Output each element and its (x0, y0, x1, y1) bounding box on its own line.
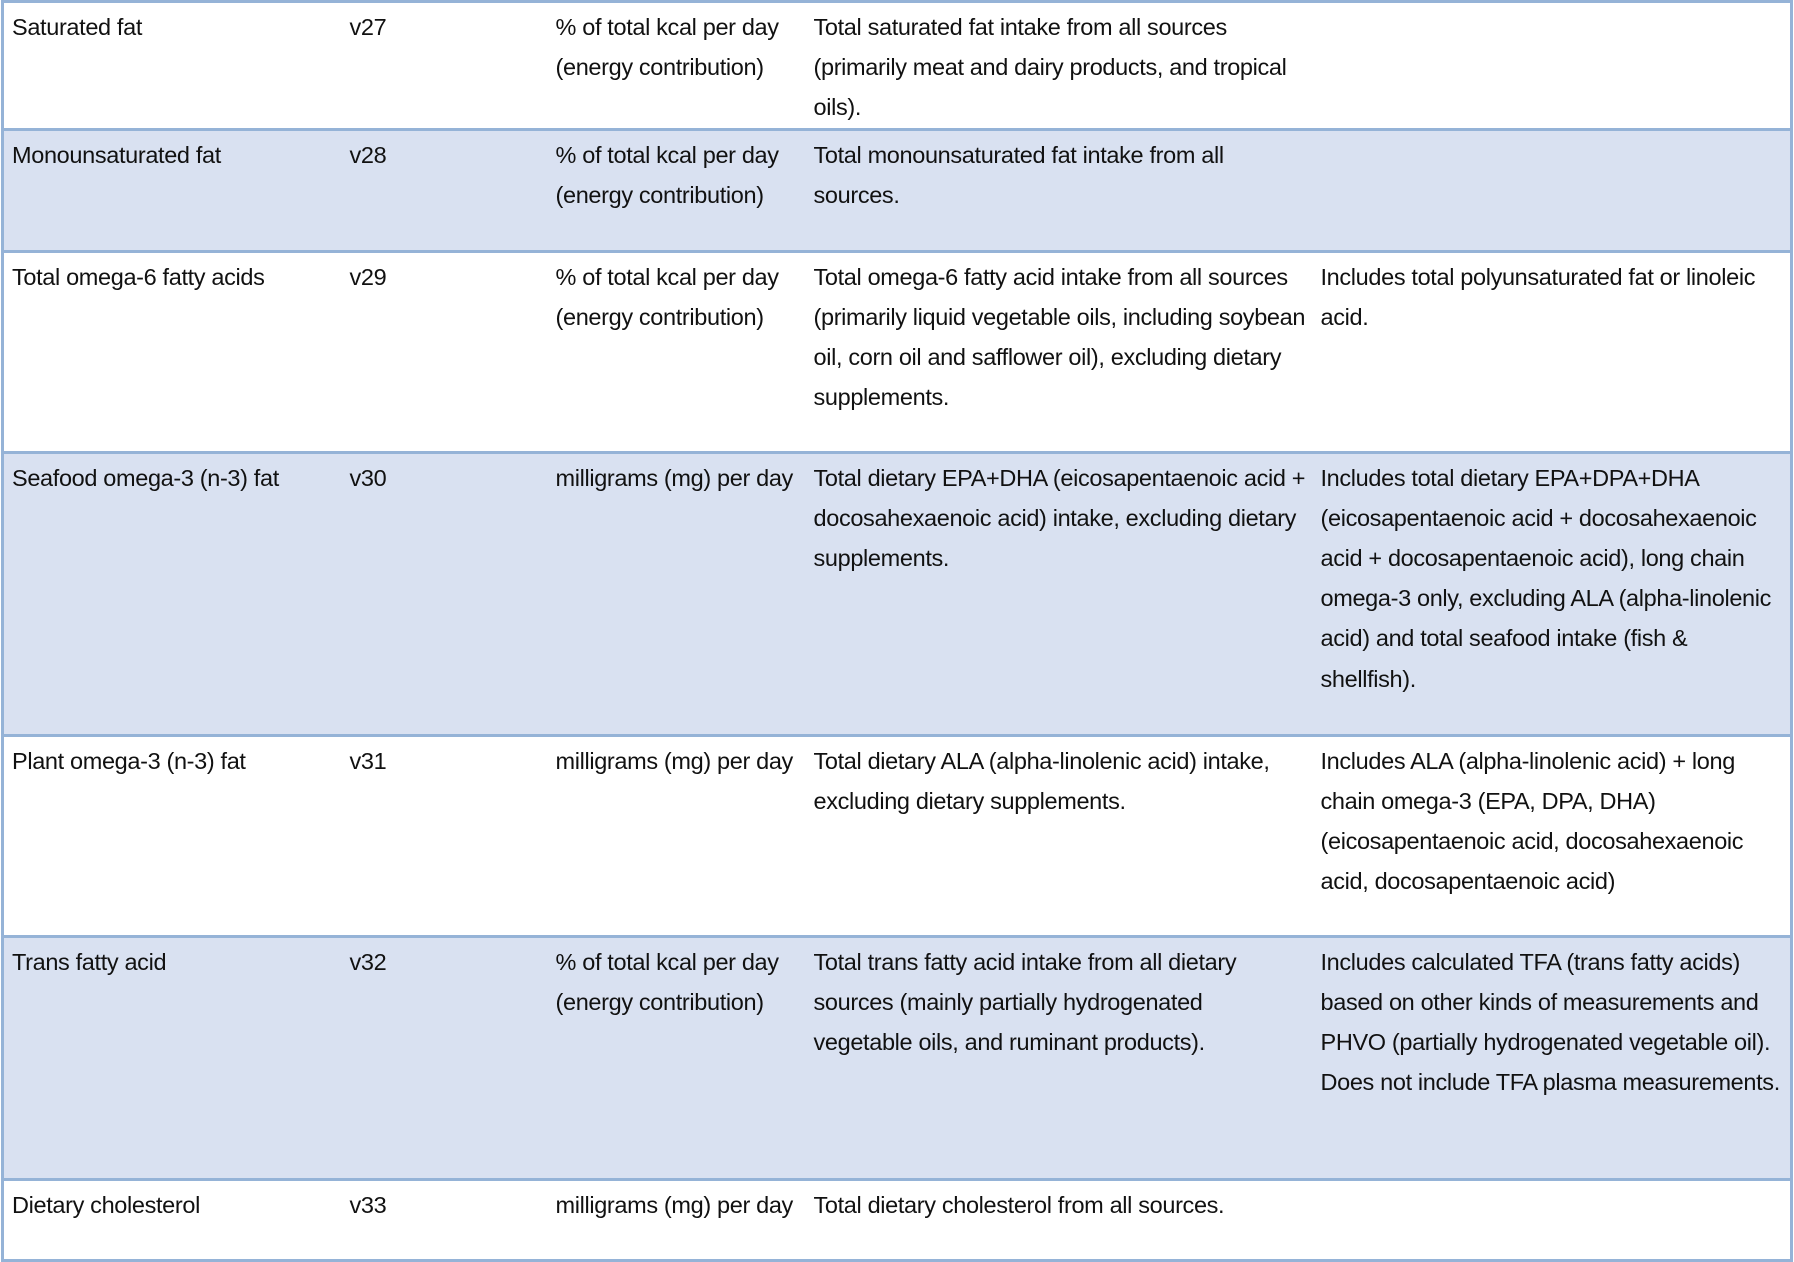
variable-code: v32 (341, 934, 548, 1181)
nutrient-name: Dietary cholesterol (1, 1177, 342, 1262)
unit: milligrams (mg) per day (547, 733, 806, 938)
notes: Includes total dietary EPA+DPA+DHA (eico… (1312, 450, 1793, 737)
nutrient-definitions-table: Saturated fat v27 % of total kcal per da… (1, 0, 1793, 1262)
unit: % of total kcal per day (energy contribu… (547, 0, 806, 131)
variable-code: v28 (341, 127, 548, 253)
table-row: Dietary cholesterol v33 milligrams (mg) … (1, 1177, 1793, 1262)
variable-code: v27 (341, 0, 548, 131)
unit: milligrams (mg) per day (547, 450, 806, 737)
notes (1312, 0, 1793, 131)
notes (1312, 1177, 1793, 1262)
variable-code: v29 (341, 249, 548, 454)
nutrient-name: Trans fatty acid (1, 934, 342, 1181)
definition: Total dietary EPA+DHA (eicosapentaenoic … (805, 450, 1313, 737)
definition: Total saturated fat intake from all sour… (805, 0, 1313, 131)
notes (1312, 127, 1793, 253)
definition: Total dietary cholesterol from all sourc… (805, 1177, 1313, 1262)
variable-code: v30 (341, 450, 548, 737)
notes: Includes total polyunsaturated fat or li… (1312, 249, 1793, 454)
unit: % of total kcal per day (energy contribu… (547, 127, 806, 253)
table-row: Total omega-6 fatty acids v29 % of total… (1, 249, 1793, 454)
table-row: Saturated fat v27 % of total kcal per da… (1, 0, 1793, 131)
unit: % of total kcal per day (energy contribu… (547, 249, 806, 454)
table-row: Trans fatty acid v32 % of total kcal per… (1, 934, 1793, 1181)
unit: milligrams (mg) per day (547, 1177, 806, 1262)
nutrient-name: Seafood omega-3 (n-3) fat (1, 450, 342, 737)
table-row: Plant omega-3 (n-3) fat v31 milligrams (… (1, 733, 1793, 938)
variable-code: v33 (341, 1177, 548, 1262)
notes: Includes ALA (alpha-linolenic acid) + lo… (1312, 733, 1793, 938)
unit: % of total kcal per day (energy contribu… (547, 934, 806, 1181)
nutrient-name: Total omega-6 fatty acids (1, 249, 342, 454)
table-row: Seafood omega-3 (n-3) fat v30 milligrams… (1, 450, 1793, 737)
variable-code: v31 (341, 733, 548, 938)
nutrient-name: Saturated fat (1, 0, 342, 131)
nutrient-name: Plant omega-3 (n-3) fat (1, 733, 342, 938)
definition: Total omega-6 fatty acid intake from all… (805, 249, 1313, 454)
definition: Total dietary ALA (alpha-linolenic acid)… (805, 733, 1313, 938)
definition: Total monounsaturated fat intake from al… (805, 127, 1313, 253)
definition: Total trans fatty acid intake from all d… (805, 934, 1313, 1181)
nutrient-name: Monounsaturated fat (1, 127, 342, 253)
notes: Includes calculated TFA (trans fatty aci… (1312, 934, 1793, 1181)
table-row: Monounsaturated fat v28 % of total kcal … (1, 127, 1793, 253)
